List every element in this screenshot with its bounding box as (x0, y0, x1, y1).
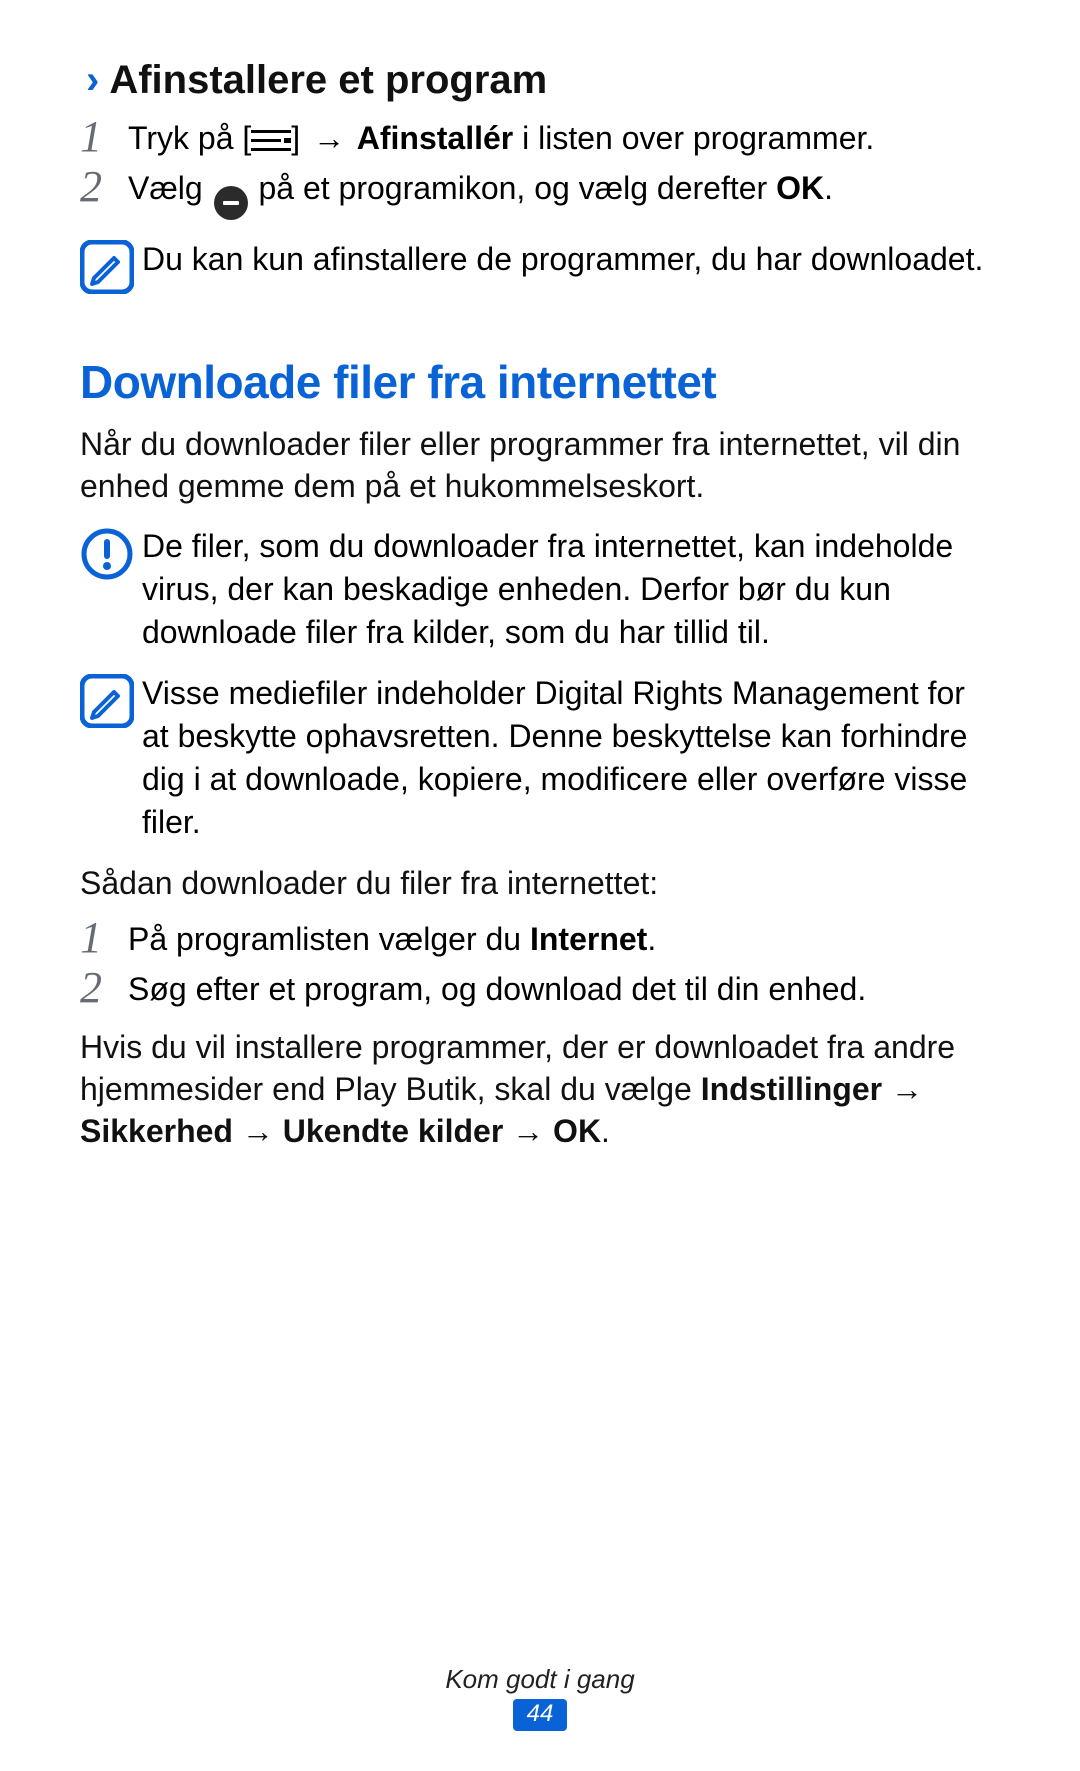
document-page: ›Afinstallere et program 1 Tryk på [] → … (0, 0, 1080, 1771)
bold-text: Sikkerhed (80, 1113, 233, 1149)
step-row: 2 Søg efter et program, og download det … (80, 968, 1000, 1012)
bold-text: Indstillinger (701, 1071, 882, 1107)
step-number: 2 (80, 165, 128, 209)
step-row: 1 På programlisten vælger du Internet. (80, 918, 1000, 962)
footer-section-label: Kom godt i gang (0, 1664, 1080, 1695)
paragraph: Når du downloader filer eller programmer… (80, 423, 1000, 507)
text-fragment: . (601, 1113, 610, 1149)
step-row: 2 Vælg på et programikon, og vælg dereft… (80, 167, 1000, 220)
page-footer: Kom godt i gang 44 (0, 1664, 1080, 1731)
text-fragment: Vælg (128, 170, 212, 206)
bold-text: OK (553, 1113, 601, 1149)
text-fragment: ] (291, 120, 309, 156)
step-text: Tryk på [] → Afinstallér i listen over p… (128, 117, 1000, 160)
bold-text: Internet (530, 921, 647, 957)
text-fragment: Tryk på [ (128, 120, 251, 156)
note-block: Du kan kun afinstallere de programmer, d… (80, 238, 1000, 299)
step-number: 2 (80, 966, 128, 1010)
text-fragment: . (824, 170, 833, 206)
arrow-icon: → (503, 1113, 553, 1149)
bold-text: Afinstallér (349, 120, 513, 156)
step-number: 1 (80, 115, 128, 159)
step-row: 1 Tryk på [] → Afinstallér i listen over… (80, 117, 1000, 161)
note-text: Visse mediefiler indeholder Digital Righ… (142, 672, 1000, 844)
note-pencil-icon (80, 238, 142, 299)
menu-icon (251, 128, 291, 154)
bold-text: OK (776, 170, 824, 206)
text-fragment: På programlisten vælger du (128, 921, 530, 957)
step-text: Vælg på et programikon, og vælg derefter… (128, 167, 1000, 220)
section-heading: Downloade filer fra internettet (80, 355, 1000, 409)
text-fragment: på et programikon, og vælg derefter (250, 170, 777, 206)
subsection-title: Afinstallere et program (109, 58, 547, 102)
step-number: 1 (80, 916, 128, 960)
paragraph: Hvis du vil installere programmer, der e… (80, 1026, 1000, 1153)
text-fragment: i listen over programmer. (513, 120, 874, 156)
step-text: Søg efter et program, og download det ti… (128, 968, 1000, 1011)
note-pencil-icon (80, 672, 142, 733)
note-block: Visse mediefiler indeholder Digital Righ… (80, 672, 1000, 844)
arrow-icon: → (233, 1113, 283, 1149)
page-number-badge: 44 (513, 1699, 568, 1731)
warning-block: De filer, som du downloader fra internet… (80, 525, 1000, 654)
warning-icon (80, 525, 142, 586)
bold-text: Ukendte kilder (283, 1113, 504, 1149)
note-text: Du kan kun afinstallere de programmer, d… (142, 238, 1000, 281)
warning-text: De filer, som du downloader fra internet… (142, 525, 1000, 654)
minus-circle-icon (214, 186, 248, 220)
chevron-right-icon: › (86, 58, 99, 102)
text-fragment: . (647, 921, 656, 957)
arrow-icon: → (882, 1071, 923, 1107)
step-text: På programlisten vælger du Internet. (128, 918, 1000, 961)
subsection-heading: ›Afinstallere et program (86, 58, 1000, 103)
arrow-icon: → (309, 117, 349, 160)
paragraph: Sådan downloader du filer fra internette… (80, 862, 1000, 904)
